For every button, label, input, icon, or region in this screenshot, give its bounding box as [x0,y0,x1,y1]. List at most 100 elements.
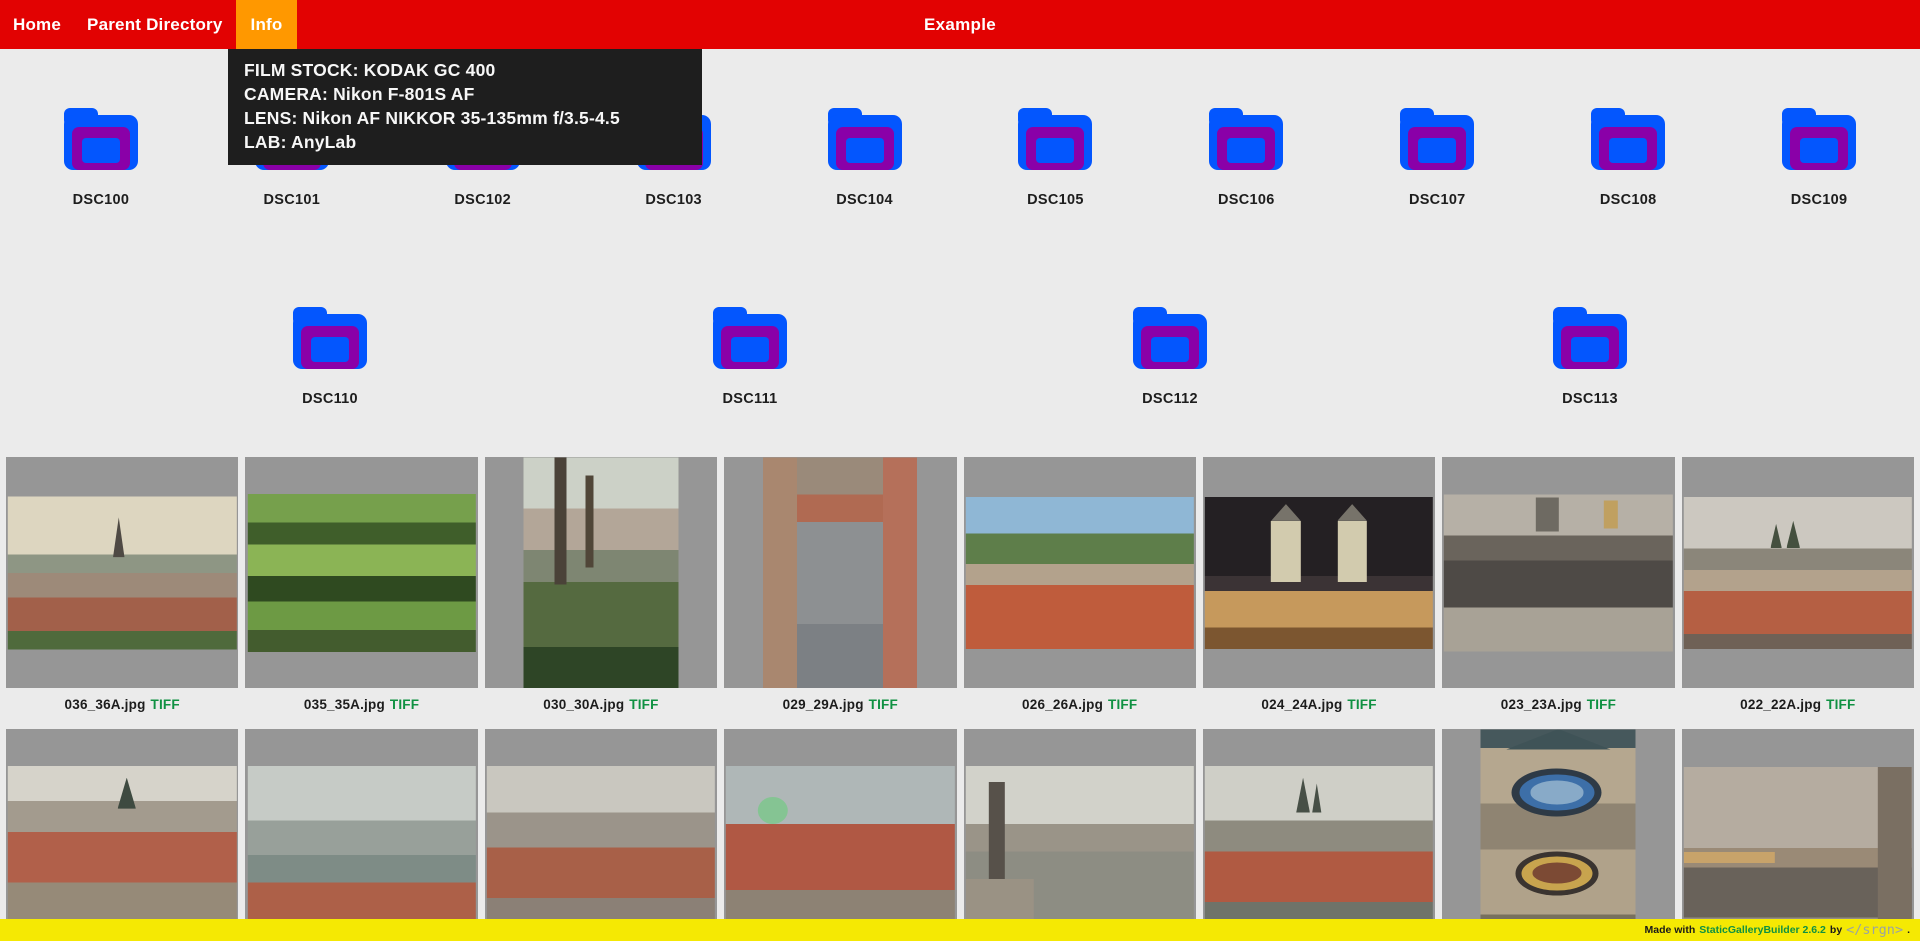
folder-item-dsc112[interactable]: DSC112 [1080,307,1260,454]
photo-image [966,766,1194,941]
photo-caption: 035_35A.jpg TIFF [245,688,477,729]
photo-detail [113,517,124,557]
folder-icon [1550,307,1630,369]
gallery-item [964,729,1196,941]
gallery-item: 026_26A.jpg TIFF [964,457,1196,729]
photo-filename-link[interactable]: 036_36A.jpg [65,697,146,712]
photo-filename-link[interactable]: 029_29A.jpg [783,697,864,712]
photo-filename-link[interactable]: 026_26A.jpg [1022,697,1103,712]
photo-thumbnail[interactable] [1682,729,1914,941]
photo-detail [1337,504,1367,521]
photo-caption: 029_29A.jpg TIFF [724,688,956,729]
gallery-item [1682,729,1914,941]
photo-thumbnail-035-35a-jpg[interactable] [245,457,477,688]
photo-thumbnail-024-24a-jpg[interactable] [1203,457,1435,688]
gallery-item: 030_30A.jpg TIFF [485,457,717,729]
tiff-link[interactable]: TIFF [1108,697,1137,712]
photo-image [966,497,1194,649]
image-gallery-grid: 036_36A.jpgTIFF035_35A.jpgTIFF030_30A.jp… [6,457,1914,941]
photo-thumbnail[interactable] [1442,729,1674,941]
folder-item-dsc109[interactable]: DSC109 [1729,108,1909,255]
tiff-link[interactable]: TIFF [1826,697,1855,712]
info-tooltip: FILM STOCK: KODAK GC 400CAMERA: Nikon F-… [228,49,702,165]
photo-thumbnail[interactable] [724,729,956,941]
nav-item-home[interactable]: Home [0,0,74,49]
folder-icon [1588,108,1668,170]
photo-thumbnail[interactable] [6,729,238,941]
tiff-link[interactable]: TIFF [1587,697,1616,712]
photo-image [487,766,715,941]
gallery-item: 024_24A.jpg TIFF [1203,457,1435,729]
footer-builder-link[interactable]: StaticGalleryBuilder 2.6.2 [1699,924,1826,936]
tiff-link[interactable]: TIFF [629,697,658,712]
footer-by-text: by [1830,924,1842,936]
gallery-item: 035_35A.jpg TIFF [245,457,477,729]
tiff-link[interactable]: TIFF [151,697,180,712]
photo-thumbnail[interactable] [1203,729,1435,941]
photo-image [1205,497,1433,649]
folder-item-dsc105[interactable]: DSC105 [965,108,1145,255]
folder-label: DSC104 [836,192,893,208]
folder-icon [61,108,141,170]
tiff-link[interactable]: TIFF [390,697,419,712]
photo-thumbnail[interactable] [964,729,1196,941]
nav-links: HomeParent DirectoryInfo [0,0,297,49]
folder-item-dsc113[interactable]: DSC113 [1500,307,1680,454]
photo-detail [1271,521,1301,582]
photo-caption: 022_22A.jpg TIFF [1682,688,1914,729]
tiff-link[interactable]: TIFF [869,697,898,712]
photo-filename-link[interactable]: 030_30A.jpg [543,697,624,712]
photo-caption: 023_23A.jpg TIFF [1442,688,1674,729]
photo-filename-link[interactable]: 035_35A.jpg [304,697,385,712]
folder-icon [1015,108,1095,170]
folder-item-dsc100[interactable]: DSC100 [11,108,191,255]
folder-icon [710,307,790,369]
photo-detail [883,457,917,688]
info-tooltip-line: FILM STOCK: KODAK GC 400 [244,58,686,82]
top-nav-bar: HomeParent DirectoryInfo Example [0,0,1920,49]
photo-image [763,457,917,688]
photo-filename-link[interactable]: 023_23A.jpg [1501,697,1582,712]
gallery-item: 022_22A.jpg TIFF [1682,457,1914,729]
gallery-item [724,729,956,941]
nav-item-info[interactable]: Info [236,0,298,49]
folder-label: DSC109 [1791,192,1848,208]
folder-item-dsc104[interactable]: DSC104 [775,108,955,255]
folder-icon [1397,108,1477,170]
photo-thumbnail-022-22a-jpg[interactable] [1682,457,1914,688]
srgn-logo[interactable]: </srgn> [1846,922,1903,938]
nav-item-parent-directory[interactable]: Parent Directory [74,0,235,49]
photo-thumbnail-026-26a-jpg[interactable] [964,457,1196,688]
photo-image [1684,497,1912,649]
photo-image [247,494,475,652]
photo-detail [1312,783,1321,812]
folder-label: DSC106 [1218,192,1275,208]
folder-label: DSC111 [722,391,777,407]
tiff-link[interactable]: TIFF [1347,697,1376,712]
folder-item-dsc111[interactable]: DSC111 [660,307,840,454]
photo-thumbnail-029-29a-jpg[interactable] [724,457,956,688]
gallery-item: 029_29A.jpg TIFF [724,457,956,729]
photo-thumbnail-036-36a-jpg[interactable] [6,457,238,688]
photo-detail [1684,852,1775,864]
photo-thumbnail[interactable] [485,729,717,941]
folder-label: DSC100 [73,192,130,208]
photo-caption: 026_26A.jpg TIFF [964,688,1196,729]
photo-detail [118,778,136,809]
photo-detail [1770,524,1781,548]
photo-detail [585,475,593,567]
photo-detail [988,782,1004,879]
folder-item-dsc107[interactable]: DSC107 [1347,108,1527,255]
photo-detail [1878,767,1912,941]
folder-icon [1206,108,1286,170]
folder-label: DSC101 [264,192,321,208]
photo-thumbnail-030-30a-jpg[interactable] [485,457,717,688]
photo-detail [1532,863,1582,884]
photo-thumbnail-023-23a-jpg[interactable] [1442,457,1674,688]
folder-item-dsc110[interactable]: DSC110 [240,307,420,454]
folder-item-dsc106[interactable]: DSC106 [1156,108,1336,255]
photo-thumbnail[interactable] [245,729,477,941]
photo-filename-link[interactable]: 022_22A.jpg [1740,697,1821,712]
folder-item-dsc108[interactable]: DSC108 [1538,108,1718,255]
photo-filename-link[interactable]: 024_24A.jpg [1261,697,1342,712]
